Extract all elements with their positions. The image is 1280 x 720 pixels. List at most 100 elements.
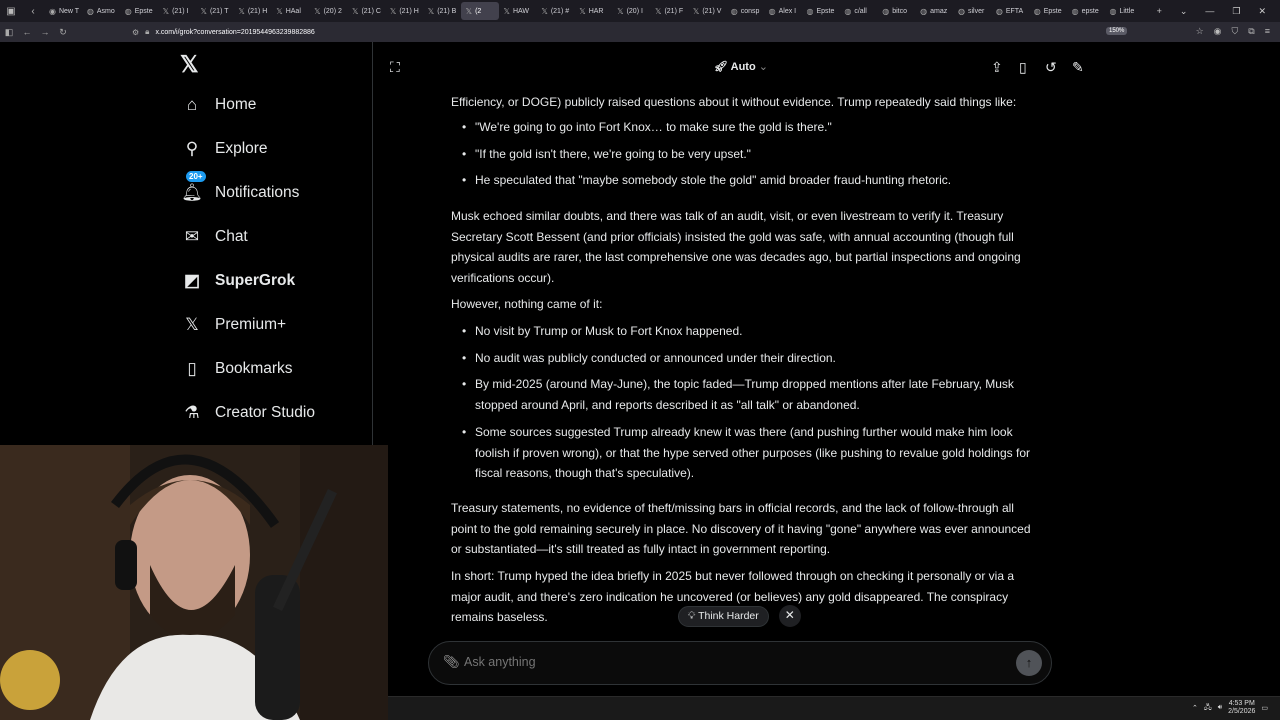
volume-icon[interactable]: 🔊︎ [1218,704,1222,712]
tab-label: silver [967,7,985,15]
rocket-icon: 🚀︎ [714,61,731,73]
browser-tab[interactable]: ◍ EFTA [991,2,1029,20]
expand-icon[interactable]: ⛶ [390,59,400,76]
chevron-up-icon[interactable]: ⌃ [1192,704,1198,712]
tab-label: (20) I [626,7,643,15]
browser-tab[interactable]: 𝕏 (21) T [196,2,234,20]
browser-tab[interactable]: ◍ bitco [877,2,915,20]
browser-tab[interactable]: 𝕏 (20) I [612,2,650,20]
restore-icon[interactable]: ❐ [1232,6,1240,17]
reload-icon[interactable]: ↻ [54,27,72,38]
browser-tab[interactable]: ◍ silver [953,2,991,20]
new-tab-icon[interactable]: + [1157,6,1162,17]
x-icon: 𝕏 [655,6,662,16]
browser-tab[interactable]: 𝕏 (21) H [385,2,423,20]
mode-selector[interactable]: 🚀︎ Auto ⌄ [714,60,768,73]
forward-icon[interactable]: → [36,27,54,37]
think-harder-button[interactable]: 💡︎ Think Harder [678,605,769,627]
browser-tab[interactable]: ◍ consp [726,2,764,20]
tab-label: (21) F [664,7,684,15]
sidebar-item-notifications[interactable]: 🔔︎ 20+ Notifications [180,171,299,208]
browser-tab[interactable]: ◍ Epste [802,2,840,20]
x-icon: 𝕏 [503,6,510,16]
browser-tab[interactable]: 𝕏 (21) # [536,2,574,20]
zoom-badge[interactable]: 150% [1106,27,1128,35]
sidebar-item-bookmarks[interactable]: ▯ Bookmarks [180,354,293,384]
quote-item: "If the gold isn't there, we're going to… [462,144,1031,165]
star-icon[interactable]: ☆ [1196,26,1204,37]
browser-tab[interactable]: ◍ epste [1067,2,1105,20]
browser-tab[interactable]: 𝕏 (21) B [423,2,461,20]
account-icon[interactable]: ◉ [1214,26,1222,37]
close-window-icon[interactable]: ✕ [1258,6,1266,17]
tab-scroll-left-icon[interactable]: ‹ [22,6,44,17]
share-icon[interactable]: ⇪ [991,59,1003,76]
outcome-item: By mid-2025 (around May-June), the topic… [462,374,1031,415]
date: 2/5/2026 [1228,708,1256,715]
attach-icon[interactable]: 📎︎ [443,654,460,670]
history-icon[interactable]: ↺ [1045,59,1057,76]
bookmark-icon[interactable]: ▯ [1019,59,1027,76]
x-icon: 𝕏 [465,6,473,16]
sidebar-item-supergrok[interactable]: ◩ SuperGrok [180,266,295,296]
extensions-icon[interactable]: ⧉ [1248,26,1254,37]
sidebar-item-label: Bookmarks [215,360,293,377]
x-logo[interactable]: 𝕏 [180,51,199,78]
x-icon: 𝕏 [692,6,700,16]
shield-icon[interactable]: ⛉ [1232,26,1239,37]
tab-list-icon[interactable]: ⌄ [1180,6,1188,17]
browser-tab[interactable]: 𝕏 (21) V [688,2,726,20]
browser-tab[interactable]: 𝕏 (21) H [233,2,271,20]
address-bar[interactable]: ⚙ 🔒︎ x.com/i/grok?conversation=201954496… [132,27,315,37]
tab-label: Epste [1043,7,1062,15]
tab-label: New T [58,7,80,15]
sidebar-item-chat[interactable]: ✉ Chat [180,222,248,252]
clock[interactable]: 4:53 PM 2/5/2026 [1228,700,1255,716]
browser-tab[interactable]: ◍ Alex I [764,2,802,20]
sidebar-item-explore[interactable]: ⚲ Explore [180,134,268,164]
browser-tab[interactable]: 𝕏 (2 [460,2,499,20]
browser-tab[interactable]: ◉ New T [44,2,82,20]
network-icon[interactable]: 🖧︎ [1204,703,1212,714]
close-icon[interactable]: ✕ [778,605,801,627]
ask-input[interactable] [464,655,964,669]
browser-tab[interactable]: ◍ Epste [1029,2,1067,20]
browser-tab[interactable]: 𝕏 (21) F [650,2,688,20]
sidebar-toggle-icon[interactable]: ◧ [0,27,18,38]
menu-icon[interactable]: ≡ [1265,26,1270,37]
send-button[interactable]: ↑ [1016,650,1042,676]
globe-icon: ◍ [995,6,1003,16]
chevron-down-icon: ⌄ [758,61,768,73]
permissions-icon[interactable]: ⚙ [132,28,139,37]
new-chat-icon[interactable]: ✎ [1072,59,1084,76]
globe-icon: ◍ [958,6,965,16]
back-icon[interactable]: ← [18,27,36,37]
notification-icon[interactable]: ▭ [1261,704,1268,712]
tab-label: amaz [930,7,948,15]
x-icon: 𝕏 [352,6,359,16]
browser-tab[interactable]: ◍ Little [1105,2,1143,20]
browser-tab[interactable]: ◍ Asmo [82,2,120,20]
grok-main: In early 2025 (during Trump's second ter… [374,42,1107,696]
browser-tab[interactable]: ◍ Epste [120,2,158,20]
sidebar-item-premium[interactable]: 𝕏 Premium+ [180,310,286,340]
browser-tab[interactable]: 𝕏 (20) 2 [309,2,347,20]
bell-icon: 🔔︎ [181,183,203,202]
x-icon: 𝕏 [276,6,283,16]
browser-tab[interactable]: ◍ amaz [915,2,953,20]
minimize-icon[interactable]: — [1205,6,1214,17]
tab-overview-icon[interactable]: ▣ [0,6,22,17]
musk-paragraph: Musk echoed similar doubts, and there wa… [451,209,1021,286]
browser-tab[interactable]: 𝕏 (21) I [158,2,196,20]
browser-tab[interactable]: 𝕏 (21) C [347,2,385,20]
sidebar-item-home[interactable]: ⌂ Home [180,90,257,120]
tab-label: c/all [854,7,867,15]
browser-tab[interactable]: ◍ c/all [839,2,877,20]
tab-label: (2 [475,7,482,15]
sidebar-item-creator-studio[interactable]: ⚗ Creator Studio [180,398,315,428]
tab-label: (21) # [550,7,570,15]
browser-tab[interactable]: 𝕏 HAal [271,2,309,20]
browser-tab[interactable]: 𝕏 HAR [574,2,612,20]
browser-tab[interactable]: 𝕏 HAW [499,2,537,20]
lock-icon[interactable]: 🔒︎ [145,27,149,37]
